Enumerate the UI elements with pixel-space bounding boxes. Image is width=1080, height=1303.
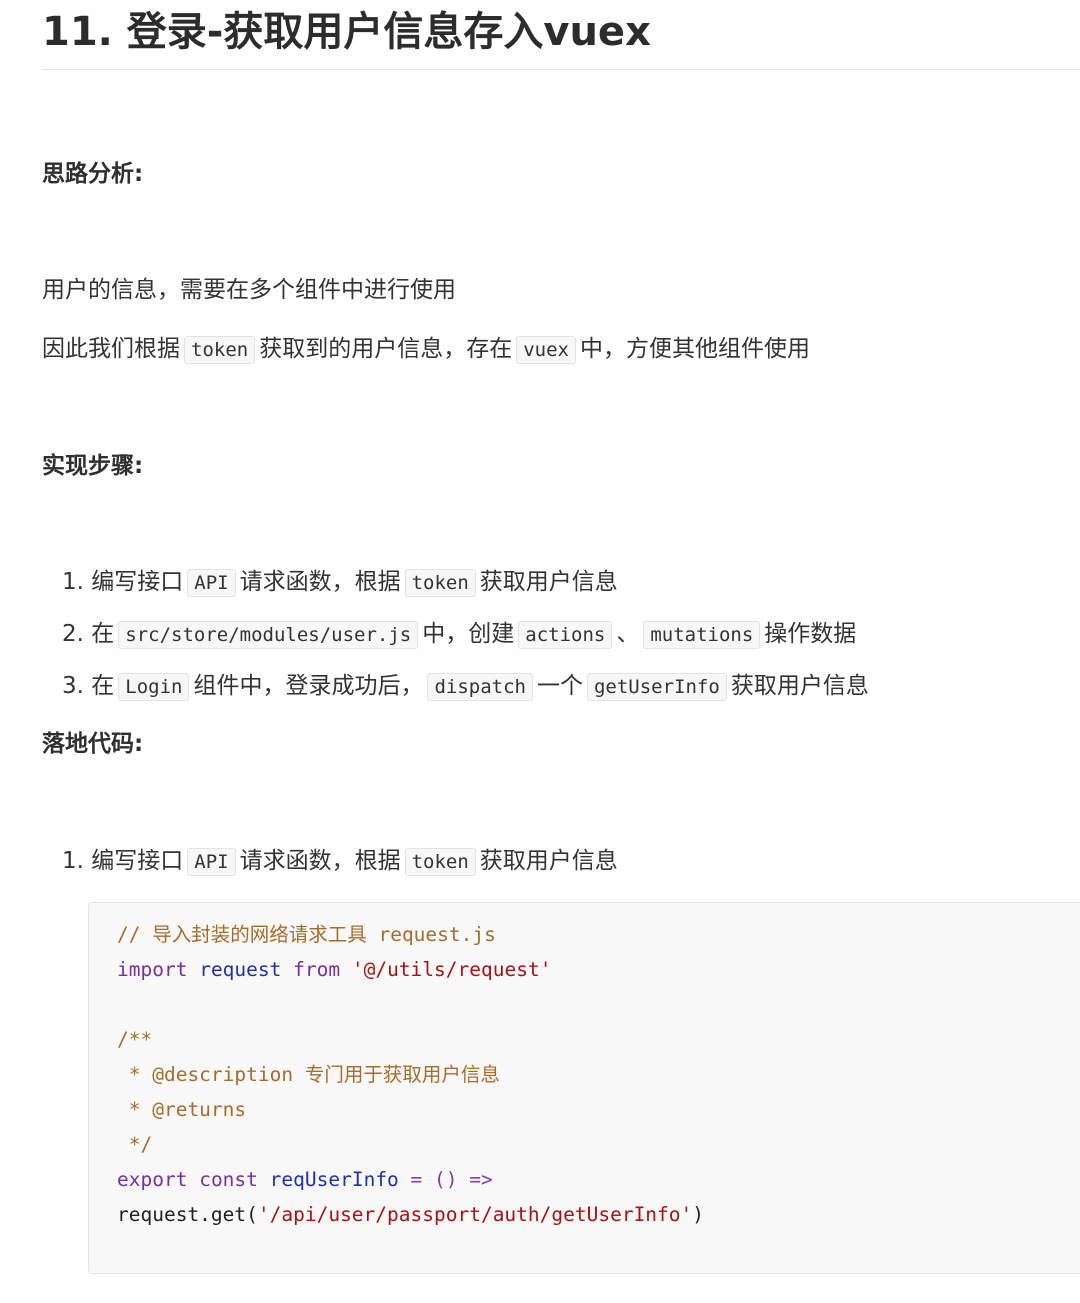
code-plain: request.get( [117, 1203, 258, 1226]
code-identifier: request [199, 958, 282, 981]
code-comment: * @description 专门用于获取用户信息 [117, 1063, 500, 1086]
inline-code: mutations [643, 621, 761, 649]
text: 编写接口 [91, 848, 184, 874]
inline-code: getUserInfo [586, 673, 727, 701]
steps-heading: 实现步骤: [42, 453, 144, 479]
text: 获取用户信息 [479, 848, 618, 874]
inline-code-vuex: vuex [516, 336, 576, 364]
text: 请求函数，根据 [239, 848, 401, 874]
text: 中，创建 [422, 621, 515, 647]
text: 获取用户信息 [730, 673, 869, 699]
code-identifier: reqUserInfo [269, 1168, 399, 1191]
text: 操作数据 [764, 621, 857, 647]
code-string: '@/utils/request' [351, 958, 552, 981]
inline-code: Login [118, 673, 190, 701]
title-divider [42, 69, 1080, 70]
code-string: '/api/user/passport/auth/getUserInfo' [257, 1203, 693, 1226]
text: 在 [91, 673, 115, 699]
code-block[interactable]: // 导入封装的网络请求工具 request.js import request… [88, 902, 1080, 1274]
inline-code: src/store/modules/user.js [118, 621, 419, 649]
inline-code: API [187, 848, 236, 876]
analysis-line-2: 因此我们根据 token 获取到的用户信息，存在 vuex 中，方便其他组件使用 [42, 332, 810, 367]
inline-code: actions [518, 621, 613, 649]
text: 组件中，登录成功后， [193, 673, 424, 699]
page-title: 11. 登录-获取用户信息存入vuex [42, 9, 651, 55]
list-item: 2. 在 src/store/modules/user.js 中，创建 actions… [62, 617, 856, 652]
code-operator: = () => [398, 1168, 493, 1191]
list-number: 1. [62, 569, 84, 595]
text: 获取到的用户信息，存在 [259, 336, 513, 362]
inline-code: API [187, 569, 236, 597]
text: 请求函数，根据 [239, 569, 401, 595]
text: 编写接口 [91, 569, 184, 595]
list-item: 1. 编写接口 API 请求函数，根据 token 获取用户信息 [62, 565, 618, 600]
code-keyword: from [293, 958, 341, 981]
code-comment: /** [117, 1028, 153, 1051]
code-keyword: export [117, 1168, 188, 1191]
analysis-heading: 思路分析: [42, 161, 144, 187]
list-item: 1. 编写接口 API 请求函数，根据 token 获取用户信息 [62, 844, 618, 879]
text: 获取用户信息 [479, 569, 618, 595]
inline-code-token: token [184, 336, 256, 364]
list-number: 3. [62, 673, 84, 699]
inline-code: token [404, 848, 476, 876]
inline-code: dispatch [427, 673, 533, 701]
code-content: // 导入封装的网络请求工具 request.js import request… [89, 903, 1080, 1232]
text: 、 [616, 621, 640, 647]
code-heading: 落地代码: [42, 731, 144, 757]
analysis-line-1: 用户的信息，需要在多个组件中进行使用 [42, 277, 456, 303]
list-item: 3. 在 Login 组件中，登录成功后， dispatch 一个 getUserInfo… [62, 669, 869, 704]
code-comment: */ [117, 1133, 153, 1156]
code-comment: // 导入封装的网络请求工具 request.js [117, 923, 496, 946]
text: 在 [91, 621, 115, 647]
code-keyword: import [117, 958, 188, 981]
list-number: 1. [62, 848, 84, 874]
list-number: 2. [62, 621, 84, 647]
code-comment: * @returns [117, 1098, 247, 1121]
code-keyword: const [199, 1168, 258, 1191]
inline-code: token [404, 569, 476, 597]
text: 中，方便其他组件使用 [579, 336, 810, 362]
code-plain: ) [692, 1203, 705, 1226]
text: 因此我们根据 [42, 336, 180, 362]
text: 一个 [536, 673, 583, 699]
